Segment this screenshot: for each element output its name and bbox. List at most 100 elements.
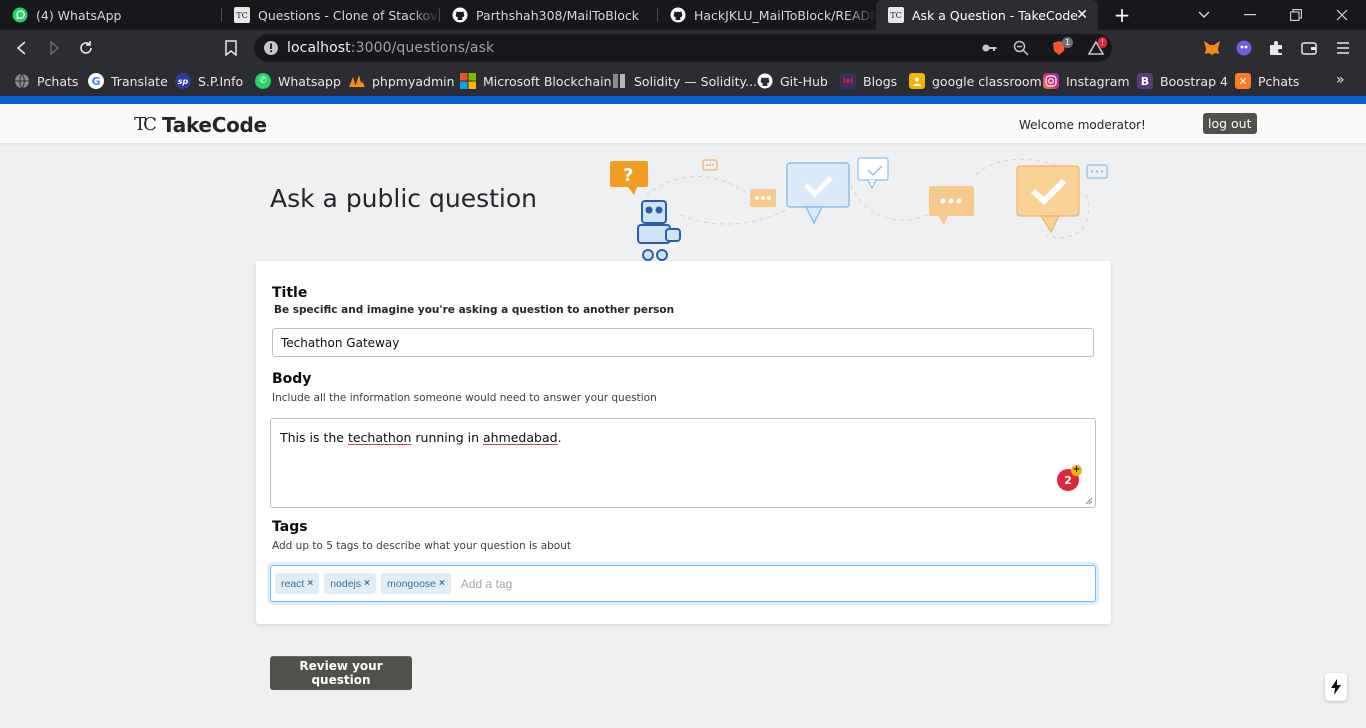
minimize-icon[interactable] bbox=[1227, 0, 1273, 30]
blogs-icon: lel bbox=[840, 73, 856, 89]
site-info-icon[interactable] bbox=[263, 40, 279, 56]
tab-search-chevron-icon[interactable] bbox=[1181, 0, 1227, 30]
sp-info-icon: sp bbox=[175, 73, 191, 89]
google-icon: G bbox=[88, 73, 104, 89]
question-form-card: Title Be specific and imagine you're ask… bbox=[256, 261, 1111, 624]
bookmark-icon[interactable] bbox=[221, 38, 241, 58]
remove-tag-icon[interactable]: × bbox=[364, 578, 370, 589]
bookmark-blogs[interactable]: lel Blogs bbox=[840, 71, 897, 91]
body-label: Body bbox=[272, 371, 312, 387]
bookmark-microsoft-blockchain[interactable]: Microsoft Blockchain bbox=[460, 71, 612, 91]
bookmarks-bar: Pchats G Translate sp S.P.Info ✆ Whatsap… bbox=[0, 66, 1366, 96]
robot-icon bbox=[637, 200, 681, 261]
add-tag-input[interactable] bbox=[460, 576, 661, 591]
menu-icon[interactable] bbox=[1333, 38, 1353, 58]
remove-tag-icon[interactable]: × bbox=[439, 578, 445, 589]
wallet-icon[interactable] bbox=[1299, 38, 1319, 58]
bookmark-pchats-xampp[interactable]: ✕ Pchats bbox=[1235, 71, 1299, 91]
check-bubble-outline-icon bbox=[857, 157, 889, 190]
title-label: Title bbox=[272, 285, 308, 301]
check-bubble-large-icon bbox=[786, 162, 850, 225]
takecode-icon: TC bbox=[234, 7, 250, 23]
bookmark-solidity[interactable]: Solidity — Solidity... bbox=[611, 71, 757, 91]
tab-readme[interactable]: HackJKLU_MailToBlock/README.m bbox=[658, 0, 876, 30]
whatsapp-icon bbox=[12, 7, 28, 23]
globe-icon bbox=[14, 73, 30, 89]
bookmark-whatsapp[interactable]: ✆ Whatsapp bbox=[255, 71, 341, 91]
resize-handle-icon[interactable] bbox=[1085, 497, 1093, 505]
extension-ghost-icon[interactable] bbox=[1234, 38, 1254, 58]
dots-bubble-outline-icon bbox=[1086, 164, 1108, 179]
grammarly-plus-icon: + bbox=[1071, 465, 1082, 476]
tags-label: Tags bbox=[272, 519, 308, 535]
browser-tab-strip: (4) WhatsApp TC Questions - Clone of Sta… bbox=[0, 0, 1366, 30]
whatsapp-icon: ✆ bbox=[255, 73, 271, 89]
reload-icon[interactable] bbox=[76, 38, 96, 58]
bookmark-sp-info[interactable]: sp S.P.Info bbox=[175, 71, 243, 91]
review-question-button[interactable]: Review your question bbox=[270, 656, 412, 690]
dots-bubble-icon bbox=[750, 189, 776, 207]
xampp-icon: ✕ bbox=[1235, 73, 1251, 89]
body-description: Include all the information someone woul… bbox=[272, 392, 657, 404]
body-textarea[interactable]: This is the techathon running in ahmedab… bbox=[270, 418, 1096, 508]
takecode-icon: TC bbox=[888, 7, 904, 23]
address-bar[interactable]: localhost:3000/questions/ask 1 ! bbox=[254, 34, 1112, 62]
accent-bar bbox=[0, 96, 1366, 104]
more-bookmarks-icon[interactable]: » bbox=[1336, 72, 1345, 88]
new-tab-icon[interactable]: + bbox=[1112, 4, 1132, 26]
tag-chip[interactable]: react × bbox=[275, 573, 320, 594]
microsoft-icon bbox=[460, 73, 476, 89]
tab-title: Ask a Question - TakeCode bbox=[912, 7, 1078, 23]
phpmyadmin-icon bbox=[349, 73, 365, 89]
browser-toolbar: localhost:3000/questions/ask 1 ! bbox=[0, 30, 1366, 66]
bootstrap-icon: B bbox=[1137, 73, 1153, 89]
classroom-icon bbox=[909, 73, 925, 89]
bookmark-google-classroom[interactable]: google classroom bbox=[909, 71, 1042, 91]
key-icon[interactable] bbox=[981, 40, 997, 56]
remove-tag-icon[interactable]: × bbox=[307, 578, 313, 589]
logo-text[interactable]: TakeCode bbox=[162, 113, 267, 137]
tag-chip[interactable]: nodejs × bbox=[324, 573, 376, 594]
bookmark-instagram[interactable]: Instagram bbox=[1043, 71, 1130, 91]
back-icon[interactable] bbox=[12, 38, 32, 58]
solidity-icon bbox=[611, 73, 627, 89]
tag-chip[interactable]: mongoose × bbox=[380, 573, 451, 594]
tab-ask-question[interactable]: TC Ask a Question - TakeCode ✕ bbox=[876, 0, 1098, 30]
tags-input-box[interactable]: react × nodejs × mongoose × bbox=[270, 565, 1096, 602]
page-title: Ask a public question bbox=[270, 184, 537, 213]
logout-button[interactable]: log out bbox=[1203, 113, 1257, 134]
close-tab-icon[interactable]: ✕ bbox=[1076, 7, 1088, 23]
zoom-icon[interactable] bbox=[1013, 40, 1029, 56]
github-icon bbox=[452, 7, 468, 23]
bookmark-phpmyadmin[interactable]: phpmyadmin bbox=[349, 71, 455, 91]
dots-bubble-medium-icon bbox=[929, 186, 974, 225]
bookmark-translate[interactable]: G Translate bbox=[88, 71, 168, 91]
bookmark-bootstrap[interactable]: B Boostrap 4 bbox=[1137, 71, 1228, 91]
extensions-puzzle-icon[interactable] bbox=[1266, 38, 1286, 58]
url-text: localhost:3000/questions/ask bbox=[287, 40, 495, 56]
close-window-icon[interactable] bbox=[1319, 0, 1365, 30]
lightning-bolt-icon[interactable] bbox=[1325, 673, 1347, 701]
hero-illustration: ? bbox=[610, 157, 1108, 261]
title-description: Be specific and imagine you're asking a … bbox=[274, 304, 675, 316]
tab-mailtoblock[interactable]: Parthshah308/MailToBlock bbox=[440, 0, 658, 30]
metamask-icon[interactable] bbox=[1202, 38, 1222, 58]
logo-icon[interactable]: TC bbox=[130, 111, 158, 137]
instagram-icon bbox=[1043, 73, 1059, 89]
bookmark-github[interactable]: Git-Hub bbox=[757, 71, 828, 91]
title-input[interactable] bbox=[272, 328, 1094, 357]
github-icon bbox=[670, 7, 686, 23]
tab-whatsapp[interactable]: (4) WhatsApp bbox=[0, 0, 222, 30]
restore-icon[interactable] bbox=[1273, 0, 1319, 30]
forward-icon[interactable] bbox=[44, 38, 64, 58]
shield-count-badge: 1 bbox=[1062, 37, 1074, 48]
bookmark-pchats[interactable]: Pchats bbox=[14, 71, 78, 91]
question-bubble-icon: ? bbox=[610, 161, 648, 195]
tags-description: Add up to 5 tags to describe what your q… bbox=[272, 540, 571, 552]
tab-title: Parthshah308/MailToBlock bbox=[476, 7, 640, 23]
rewards-alert-badge: ! bbox=[1098, 37, 1108, 48]
check-bubble-orange-icon bbox=[1016, 165, 1080, 234]
svg-text:?: ? bbox=[623, 165, 633, 186]
welcome-text: Welcome moderator! bbox=[1019, 118, 1146, 132]
tab-questions[interactable]: TC Questions - Clone of Stackoverflow bbox=[222, 0, 440, 30]
